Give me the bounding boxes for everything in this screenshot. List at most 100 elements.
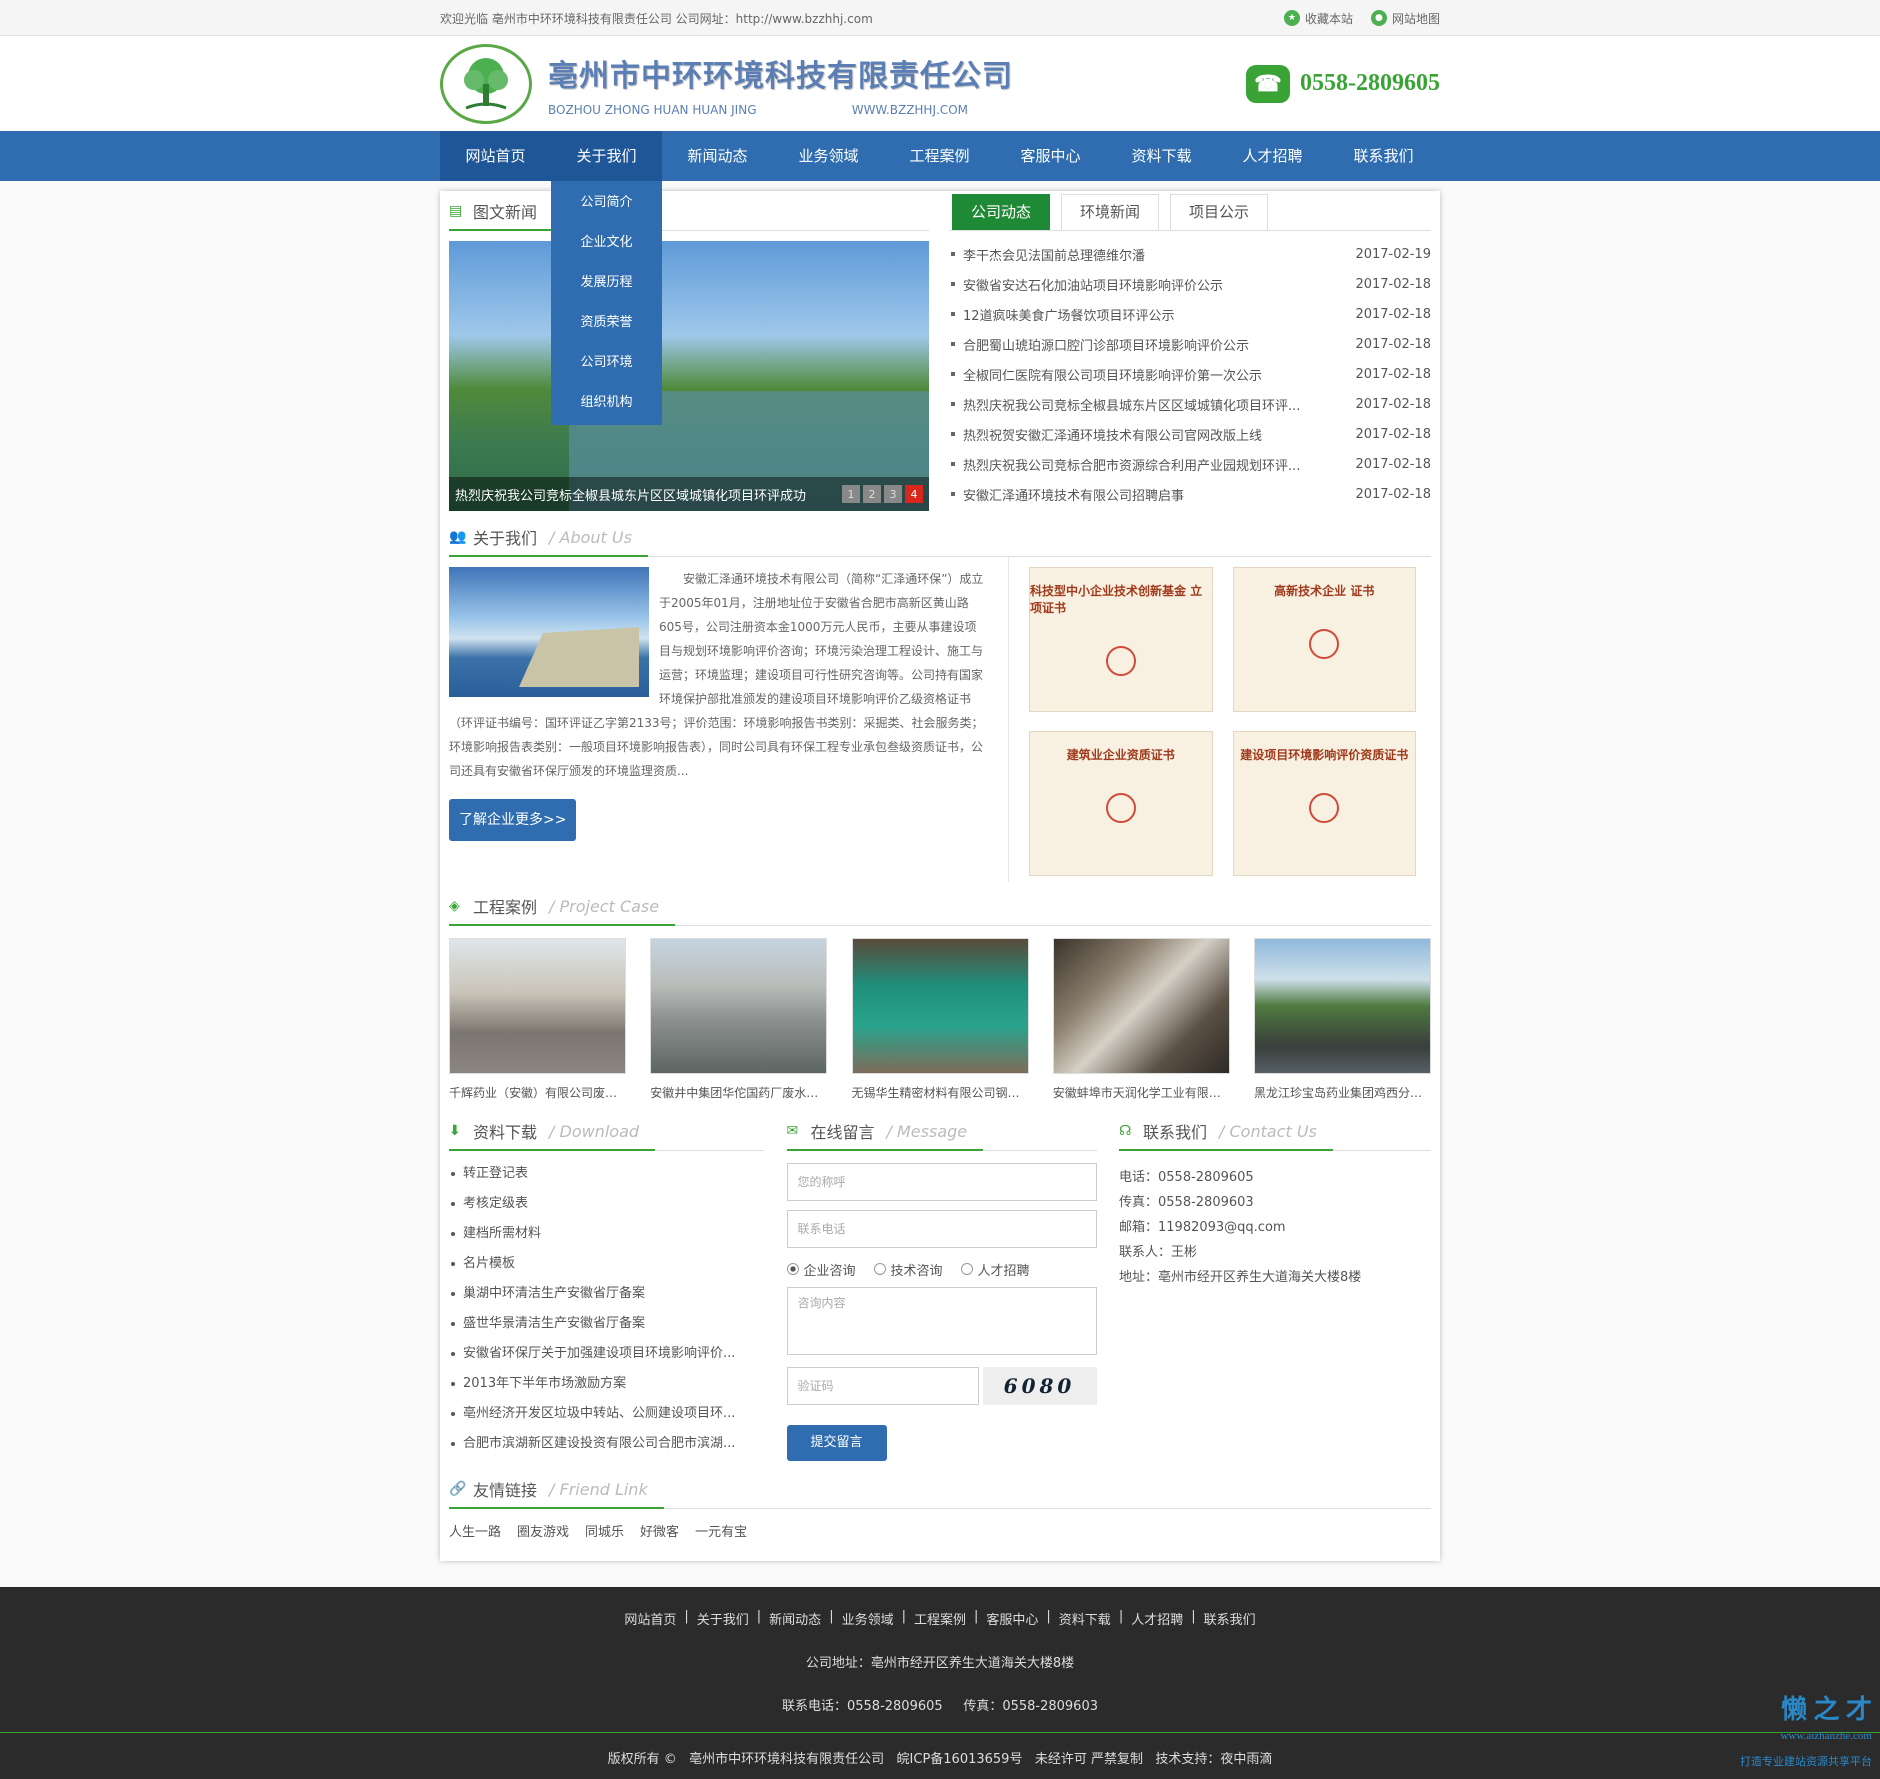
content-textarea[interactable]: 咨询内容 xyxy=(786,1287,1097,1355)
submit-message-button[interactable]: 提交留言 xyxy=(786,1425,887,1461)
footer-nav-link[interactable]: 关于我们 xyxy=(697,1609,749,1628)
friend-link[interactable]: 一元有宝 xyxy=(695,1521,747,1540)
radio-recruitment[interactable]: 人才招聘 xyxy=(960,1260,1030,1279)
footer-nav-link[interactable]: 网站首页 xyxy=(624,1609,676,1628)
nav-jobs[interactable]: 人才招聘 xyxy=(1217,131,1328,181)
tab-environment-news[interactable]: 环境新闻 xyxy=(1061,194,1160,230)
radio-enterprise-consult[interactable]: 企业咨询 xyxy=(786,1260,856,1279)
news-title[interactable]: 合肥蜀山琥珀源口腔门诊部项目环境影响评价公示 xyxy=(949,335,1339,354)
users-icon: 👥 xyxy=(449,529,467,545)
case-item[interactable]: 千辉药业（安徽）有限公司废水... xyxy=(449,938,626,1101)
case-item[interactable]: 安徽井中集团华佗国药厂废水处... xyxy=(650,938,828,1101)
nav-contact[interactable]: 联系我们 xyxy=(1328,131,1439,181)
download-item[interactable]: 盛世华景清洁生产安徽省厅备案 xyxy=(449,1309,764,1339)
footer-nav-link[interactable]: 人才招聘 xyxy=(1131,1609,1183,1628)
links-title-en: / Friend Link xyxy=(549,1479,648,1499)
contact-title-en: / Contact Us xyxy=(1219,1121,1317,1141)
certificate-construction[interactable]: 建筑业企业资质证书 xyxy=(1029,730,1213,876)
news-title[interactable]: 热烈祝贺安徽汇泽通环境技术有限公司官网改版上线 xyxy=(949,425,1339,444)
name-input[interactable]: 您的称呼 xyxy=(786,1163,1097,1201)
downloads-title-en: / Download xyxy=(549,1121,640,1141)
company-domain: WWW.BZZHHJ.COM xyxy=(851,102,968,117)
sitemap-link[interactable]: ● 网站地图 xyxy=(1370,10,1440,27)
download-item[interactable]: 亳州经济开发区垃圾中转站、公厕建设项目环... xyxy=(449,1399,764,1429)
captcha-image[interactable]: 6080 xyxy=(982,1367,1097,1405)
news-title[interactable]: 安徽汇泽通环境技术有限公司招聘启事 xyxy=(949,485,1339,504)
phone-input[interactable]: 联系电话 xyxy=(786,1210,1097,1248)
news-title[interactable]: 李干杰会见法国前总理德维尔潘 xyxy=(949,245,1339,264)
footer-nav-link[interactable]: 业务领域 xyxy=(842,1609,894,1628)
news-item[interactable]: 安徽省安达石化加油站项目环境影响评价公示 2017-02-18 xyxy=(949,269,1431,299)
slider-caption[interactable]: 热烈庆祝我公司竞标全椒县城东片区区域城镇化项目环评成功 xyxy=(455,485,806,504)
dropdown-item-profile[interactable]: 公司简介 xyxy=(551,183,662,223)
download-item[interactable]: 巢湖中环清洁生产安徽省厅备案 xyxy=(449,1279,764,1309)
footer-nav-link[interactable]: 联系我们 xyxy=(1204,1609,1256,1628)
seal-icon xyxy=(1105,646,1136,676)
dropdown-item-culture[interactable]: 企业文化 xyxy=(551,223,662,263)
tab-company-news[interactable]: 公司动态 xyxy=(952,194,1051,230)
nav-home[interactable]: 网站首页 xyxy=(440,131,551,181)
learn-more-button[interactable]: 了解企业更多>> xyxy=(449,799,577,841)
certificate-high-tech[interactable]: 高新技术企业 证书 xyxy=(1232,567,1416,712)
friend-link[interactable]: 人生一路 xyxy=(449,1521,501,1540)
slider-page-4[interactable]: 4 xyxy=(905,485,923,503)
nav-about[interactable]: 关于我们 xyxy=(551,131,662,181)
footer-phones: 联系电话：0558-2809605 传真：0558-2809603 xyxy=(781,1699,1098,1714)
case-item[interactable]: 黑龙江珍宝岛药业集团鸡西分公... xyxy=(1254,938,1431,1101)
news-date: 2017-02-18 xyxy=(1355,486,1431,502)
download-item[interactable]: 安徽省环保厅关于加强建设项目环境影响评价... xyxy=(449,1339,764,1369)
dropdown-item-history[interactable]: 发展历程 xyxy=(551,263,662,303)
case-gallery: 千辉药业（安徽）有限公司废水... 安徽井中集团华佗国药厂废水处... 无锡华生… xyxy=(449,938,1431,1101)
news-item[interactable]: 李干杰会见法国前总理德维尔潘 2017-02-19 xyxy=(949,239,1431,269)
brand[interactable]: 亳州市中环环境科技有限责任公司 BOZHOU ZHONG HUAN HUAN J… xyxy=(440,43,1013,124)
slider-page-2[interactable]: 2 xyxy=(863,485,881,503)
nav-business[interactable]: 业务领域 xyxy=(773,131,884,181)
news-item[interactable]: 12道疯味美食广场餐饮项目环评公示 2017-02-18 xyxy=(949,299,1431,329)
certificate-innovation-fund[interactable]: 科技型中小企业技术创新基金 立项证书 xyxy=(1029,567,1213,712)
footer-nav-link[interactable]: 资料下载 xyxy=(1059,1609,1111,1628)
dropdown-item-environment[interactable]: 公司环境 xyxy=(551,343,662,383)
download-item[interactable]: 合肥市滨湖新区建设投资有限公司合肥市滨湖... xyxy=(449,1429,764,1459)
news-title[interactable]: 热烈庆祝我公司竞标全椒县城东片区区域城镇化项目环评... xyxy=(949,395,1339,414)
favorite-link[interactable]: ★ 收藏本站 xyxy=(1283,10,1353,27)
footer-nav-link[interactable]: 客服中心 xyxy=(986,1609,1038,1628)
nav-service[interactable]: 客服中心 xyxy=(995,131,1106,181)
slider-page-1[interactable]: 1 xyxy=(842,485,860,503)
case-item[interactable]: 安徽蚌埠市天润化学工业有限公... xyxy=(1052,938,1230,1101)
news-item[interactable]: 安徽汇泽通环境技术有限公司招聘启事 2017-02-18 xyxy=(949,479,1431,509)
download-item[interactable]: 转正登记表 xyxy=(449,1159,764,1189)
tab-project-notice[interactable]: 项目公示 xyxy=(1170,194,1269,230)
nav-downloads[interactable]: 资料下载 xyxy=(1106,131,1217,181)
news-item[interactable]: 热烈祝贺安徽汇泽通环境技术有限公司官网改版上线 2017-02-18 xyxy=(949,419,1431,449)
news-item[interactable]: 热烈庆祝我公司竞标全椒县城东片区区域城镇化项目环评... 2017-02-18 xyxy=(949,389,1431,419)
friend-link[interactable]: 好微客 xyxy=(640,1521,679,1540)
news-item[interactable]: 全椒同仁医院有限公司项目环境影响评价第一次公示 2017-02-18 xyxy=(949,359,1431,389)
case-item[interactable]: 无锡华生精密材料有限公司钢带... xyxy=(851,938,1029,1101)
download-item[interactable]: 建档所需材料 xyxy=(449,1219,764,1249)
news-title[interactable]: 热烈庆祝我公司竞标合肥市资源综合利用产业园规划环评... xyxy=(949,455,1339,474)
nav-cases[interactable]: 工程案例 xyxy=(884,131,995,181)
footer-nav-link[interactable]: 工程案例 xyxy=(914,1609,966,1628)
footer-nav: 网站首页 | 关于我们 | 新闻动态 | 业务领域 | 工程案例 | 客服中心 | 资料下载 | 人才招聘 |… xyxy=(0,1609,1880,1628)
download-item[interactable]: 名片模板 xyxy=(449,1249,764,1279)
certificates: 科技型中小企业技术创新基金 立项证书 高新技术企业 证书 建筑业企业资质证书 建… xyxy=(1009,557,1431,882)
captcha-input[interactable]: 验证码 xyxy=(786,1367,979,1405)
friend-link[interactable]: 圈友游戏 xyxy=(517,1521,569,1540)
news-item[interactable]: 热烈庆祝我公司竞标合肥市资源综合利用产业园规划环评... 2017-02-18 xyxy=(949,449,1431,479)
nav-news[interactable]: 新闻动态 xyxy=(662,131,773,181)
news-title[interactable]: 安徽省安达石化加油站项目环境影响评价公示 xyxy=(949,275,1339,294)
slider-page-3[interactable]: 3 xyxy=(884,485,902,503)
news-title[interactable]: 12道疯味美食广场餐饮项目环评公示 xyxy=(949,305,1339,324)
download-item[interactable]: 2013年下半年市场激励方案 xyxy=(449,1369,764,1399)
news-title[interactable]: 全椒同仁医院有限公司项目环境影响评价第一次公示 xyxy=(949,365,1339,384)
photo-slider[interactable]: 热烈庆祝我公司竞标全椒县城东片区区域城镇化项目环评成功 1 2 3 4 xyxy=(449,241,929,511)
footer-nav-link[interactable]: 新闻动态 xyxy=(769,1609,821,1628)
dropdown-item-honors[interactable]: 资质荣誉 xyxy=(551,303,662,343)
friend-link[interactable]: 同城乐 xyxy=(585,1521,624,1540)
news-item[interactable]: 合肥蜀山琥珀源口腔门诊部项目环境影响评价公示 2017-02-18 xyxy=(949,329,1431,359)
download-item[interactable]: 考核定级表 xyxy=(449,1189,764,1219)
dropdown-item-organization[interactable]: 组织机构 xyxy=(551,383,662,423)
case-image xyxy=(449,938,626,1074)
certificate-eia[interactable]: 建设项目环境影响评价资质证书 xyxy=(1232,730,1416,876)
radio-tech-consult[interactable]: 技术咨询 xyxy=(873,1260,943,1279)
